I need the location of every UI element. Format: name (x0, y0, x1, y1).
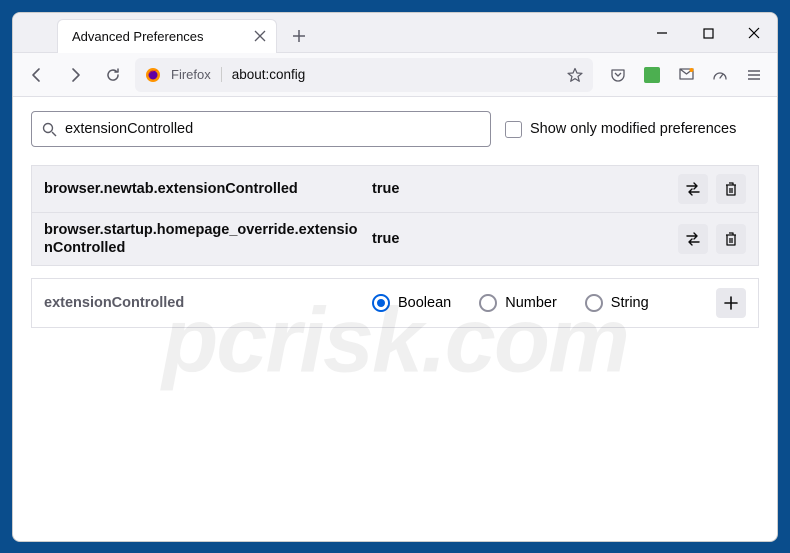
nav-toolbar: Firefox about:config (13, 53, 777, 97)
radio-icon (479, 294, 497, 312)
extension-icon[interactable] (637, 59, 667, 91)
show-modified-checkbox[interactable]: Show only modified preferences (505, 121, 736, 138)
radio-label: Number (505, 295, 557, 311)
browser-tab[interactable]: Advanced Preferences (57, 19, 277, 53)
radio-number[interactable]: Number (479, 294, 557, 312)
forward-button[interactable] (59, 59, 91, 91)
tab-title: Advanced Preferences (72, 29, 204, 44)
preference-list: browser.newtab.extensionControlled true … (31, 165, 759, 266)
window-controls (639, 13, 777, 53)
radio-label: Boolean (398, 295, 451, 311)
search-row: Show only modified preferences (31, 111, 759, 147)
add-button[interactable] (716, 288, 746, 318)
new-tab-button[interactable] (283, 20, 315, 52)
reload-button[interactable] (97, 59, 129, 91)
type-radio-group: Boolean Number String (372, 294, 708, 312)
toolbar-right-icons (603, 59, 769, 91)
pocket-icon[interactable] (603, 59, 633, 91)
dashboard-icon[interactable] (705, 59, 735, 91)
back-button[interactable] (21, 59, 53, 91)
delete-button[interactable] (716, 224, 746, 254)
hamburger-menu-icon[interactable] (739, 59, 769, 91)
url-text[interactable]: about:config (232, 67, 557, 82)
preference-actions (678, 174, 746, 204)
toggle-button[interactable] (678, 224, 708, 254)
preference-name: browser.newtab.extensionControlled (44, 180, 364, 198)
bookmark-star-icon[interactable] (567, 67, 583, 83)
maximize-button[interactable] (685, 13, 731, 53)
toggle-button[interactable] (678, 174, 708, 204)
preference-value: true (372, 231, 670, 247)
add-preference-row: extensionControlled Boolean Number Strin… (31, 278, 759, 328)
config-search-box[interactable] (31, 111, 491, 147)
delete-button[interactable] (716, 174, 746, 204)
radio-label: String (611, 295, 649, 311)
firefox-logo-icon (145, 67, 161, 83)
radio-icon (372, 294, 390, 312)
preference-actions (678, 224, 746, 254)
search-icon (42, 122, 57, 137)
preference-row[interactable]: browser.newtab.extensionControlled true (32, 166, 758, 213)
preference-row[interactable]: browser.startup.homepage_override.extens… (32, 213, 758, 266)
checkbox-label: Show only modified preferences (530, 121, 736, 137)
new-preference-name: extensionControlled (44, 295, 364, 311)
preference-name: browser.startup.homepage_override.extens… (44, 221, 364, 257)
about-config-page: pcrisk.com Show only modified preference… (13, 97, 777, 541)
url-bar[interactable]: Firefox about:config (135, 58, 593, 92)
search-input[interactable] (65, 121, 480, 137)
close-tab-button[interactable] (254, 30, 266, 42)
browser-window: Advanced Preferences (12, 12, 778, 542)
titlebar: Advanced Preferences (13, 13, 777, 53)
identity-label: Firefox (171, 67, 222, 82)
inbox-icon[interactable] (671, 59, 701, 91)
preference-value: true (372, 181, 670, 197)
radio-icon (585, 294, 603, 312)
checkbox-icon[interactable] (505, 121, 522, 138)
minimize-button[interactable] (639, 13, 685, 53)
close-window-button[interactable] (731, 13, 777, 53)
radio-string[interactable]: String (585, 294, 649, 312)
radio-boolean[interactable]: Boolean (372, 294, 451, 312)
